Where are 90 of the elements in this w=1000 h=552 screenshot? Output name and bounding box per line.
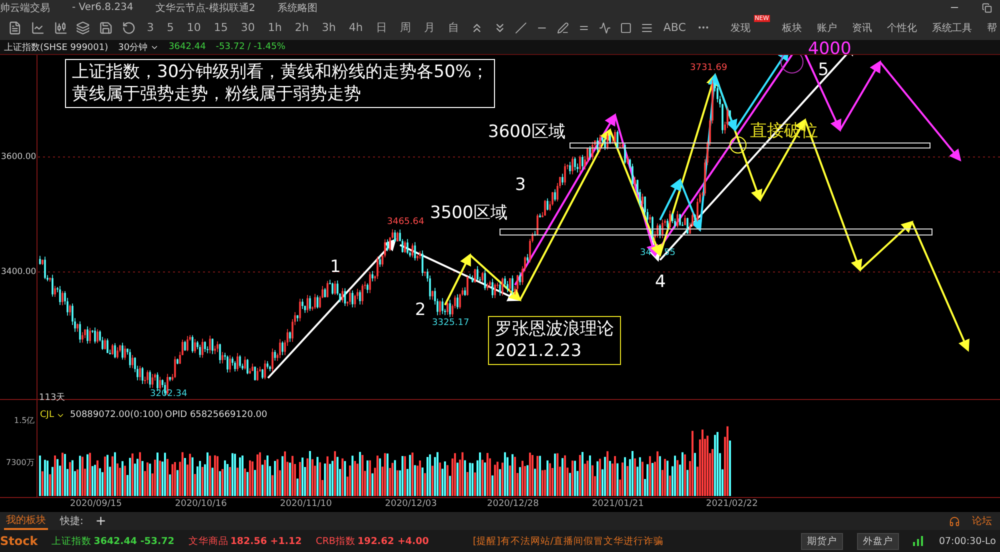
forum-link[interactable]: 论坛 xyxy=(972,514,992,528)
rectangle-icon[interactable] xyxy=(620,22,632,34)
opid-value: OPID 65825669120.00 xyxy=(165,410,268,420)
wave-number: 3 xyxy=(515,175,526,196)
date-label: 2020/12/28 xyxy=(487,499,539,509)
volume-axis-label: 7300万 xyxy=(6,457,34,468)
warning-notice: [提醒]有不法网站/直播间假冒文华进行诈骗 xyxy=(472,534,664,548)
period-button[interactable]: 3h xyxy=(320,21,338,34)
period-button[interactable]: 10 xyxy=(184,21,203,34)
price-mark: 3731.69 xyxy=(690,63,728,74)
menu-item[interactable]: 系统工具 xyxy=(928,20,975,34)
sketch-label: 系统略图 xyxy=(277,2,318,14)
wave-number: 2 xyxy=(415,300,426,320)
refresh-icon[interactable] xyxy=(122,20,136,34)
server-node-label: 文华云节点-模拟联通2 xyxy=(155,2,256,14)
wave-number: 4 xyxy=(655,272,666,292)
slash-icon[interactable] xyxy=(515,22,528,34)
version-label: - Ver6.8.234 xyxy=(72,2,134,13)
period-button[interactable]: 自 xyxy=(446,20,461,35)
candlesticks-drawing xyxy=(564,147,588,186)
restore-icon[interactable] xyxy=(982,2,992,12)
price-mark: 3465.64 xyxy=(387,217,424,228)
pen-icon[interactable] xyxy=(557,22,569,34)
stock-logo: Stock xyxy=(0,534,38,548)
date-label: 2021/01/21 xyxy=(592,499,644,509)
signal-icon xyxy=(912,536,925,546)
candlesticks-drawing xyxy=(464,266,488,296)
ticker-item[interactable]: CRB指数 192.62 +4.00 xyxy=(316,534,429,548)
ticker-item[interactable]: 文华商品 182.56 +1.12 xyxy=(188,534,302,548)
date-label: 2021/02/22 xyxy=(706,499,758,509)
theory-text: 罗张恩波浪理论 xyxy=(495,319,614,340)
add-button[interactable]: + xyxy=(95,514,106,528)
wave-number: 1 xyxy=(330,257,341,278)
price-change: -53.72 / -1.45% xyxy=(216,42,286,52)
zone-label: 3500区域 xyxy=(430,203,508,224)
quick-label: 快捷: xyxy=(60,514,84,528)
note-text: 黄线属于强势走势，粉线属于弱势走势 xyxy=(72,84,362,105)
price-mark: 3202.34 xyxy=(150,389,188,400)
date-label: 2020/10/16 xyxy=(175,499,227,509)
list-icon[interactable] xyxy=(8,20,22,34)
menu-item[interactable]: 资讯 xyxy=(848,20,875,34)
price-axis-label: 3600.00 xyxy=(1,152,36,162)
period-selector[interactable]: 30分钟 xyxy=(118,40,159,54)
target-label: 4000 xyxy=(808,41,852,58)
date-label: 2020/09/15 xyxy=(70,499,122,509)
last-price: 3642.44 xyxy=(168,42,206,52)
layers-icon[interactable] xyxy=(76,20,90,34)
indicator-selector[interactable]: CJL xyxy=(40,410,65,420)
period-button[interactable]: 15 xyxy=(212,21,230,34)
period-button[interactable]: 2h xyxy=(292,21,311,34)
account-button[interactable]: 期货户 xyxy=(800,532,843,550)
menu-item[interactable]: 个性化 xyxy=(884,20,920,34)
date-label: 2020/11/10 xyxy=(280,499,332,509)
price-mark: 3325.17 xyxy=(432,318,470,329)
app-title: 帅云端交易 xyxy=(0,2,50,14)
price-axis-label: 3400.00 xyxy=(1,267,36,277)
period-button[interactable]: 日 xyxy=(374,20,389,35)
period-button[interactable]: 月 xyxy=(422,20,437,35)
wave-icon[interactable] xyxy=(598,22,611,34)
period-button[interactable]: 1h xyxy=(266,21,284,34)
date-label: 2020/12/03 xyxy=(385,499,437,509)
wave-number: 5 xyxy=(818,60,829,80)
candlestick-icon[interactable] xyxy=(54,20,68,34)
period-button[interactable]: 周 xyxy=(398,20,413,35)
menu-item[interactable]: 板块 xyxy=(778,20,805,34)
period-button[interactable]: 5 xyxy=(164,21,176,34)
price-mark: 34 xyxy=(640,248,652,259)
volume-axis-label: 1.5亿 xyxy=(14,415,35,426)
ticker-item[interactable]: 上证指数 3642.44 -53.72 xyxy=(52,534,174,548)
period-button[interactable]: 3 xyxy=(144,21,156,34)
lines-icon[interactable] xyxy=(640,22,652,34)
text-tool-button[interactable]: ABC xyxy=(661,21,688,34)
period-button[interactable]: 30 xyxy=(238,21,257,34)
note-text: 上证指数，30分钟级别看，黄线和粉线的走势各50%； xyxy=(72,62,488,82)
menu-item[interactable]: 账户 xyxy=(814,20,840,34)
account-button[interactable]: 外盘户 xyxy=(856,532,899,550)
line-chart-icon[interactable] xyxy=(30,20,45,34)
period-button[interactable]: 4h xyxy=(346,21,365,34)
symbol-label: 上证指数(SHSE 999001) xyxy=(4,42,108,54)
menu-item[interactable]: 帮 xyxy=(984,20,1000,34)
volume-value: 50889072.00(0:100) xyxy=(70,410,164,420)
candlesticks-drawing xyxy=(214,341,238,373)
candlesticks-drawing xyxy=(39,255,64,306)
clock: 07:00:30-Lo xyxy=(938,536,996,546)
theory-text: 2021.2.23 xyxy=(495,341,583,362)
circle-marker xyxy=(730,136,746,154)
menu-item[interactable]: 发现 xyxy=(728,20,754,34)
save-icon[interactable] xyxy=(99,20,114,34)
zone-label: 3600区域 xyxy=(488,122,566,142)
headphones-icon[interactable] xyxy=(949,516,960,526)
